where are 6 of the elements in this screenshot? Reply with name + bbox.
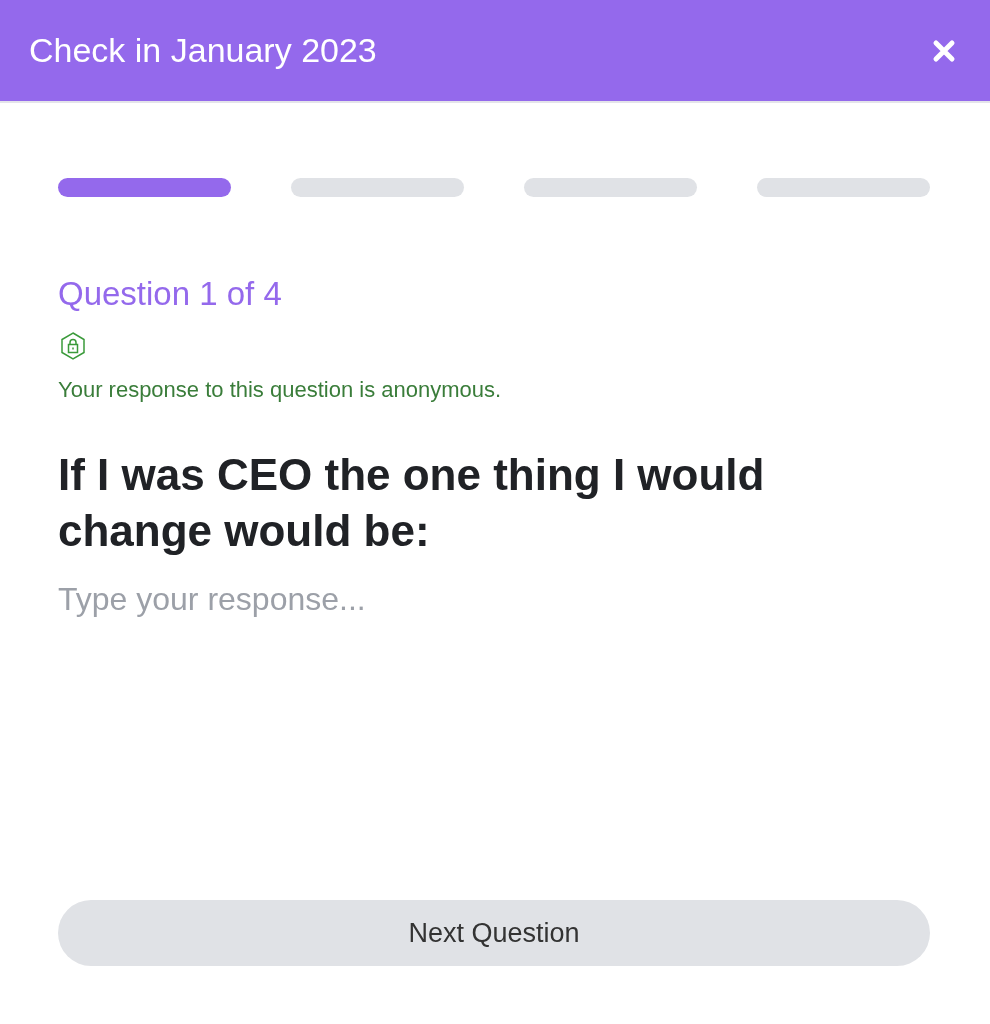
next-question-button[interactable]: Next Question bbox=[58, 900, 930, 966]
window-title: Check in January 2023 bbox=[29, 31, 377, 70]
anonymity-note: Your response to this question is anonymous. bbox=[58, 377, 503, 403]
close-icon bbox=[932, 38, 956, 63]
question-counter: Question 1 of 4 bbox=[58, 275, 283, 313]
question-text: If I was CEO the one thing I would change would be: bbox=[58, 449, 766, 557]
